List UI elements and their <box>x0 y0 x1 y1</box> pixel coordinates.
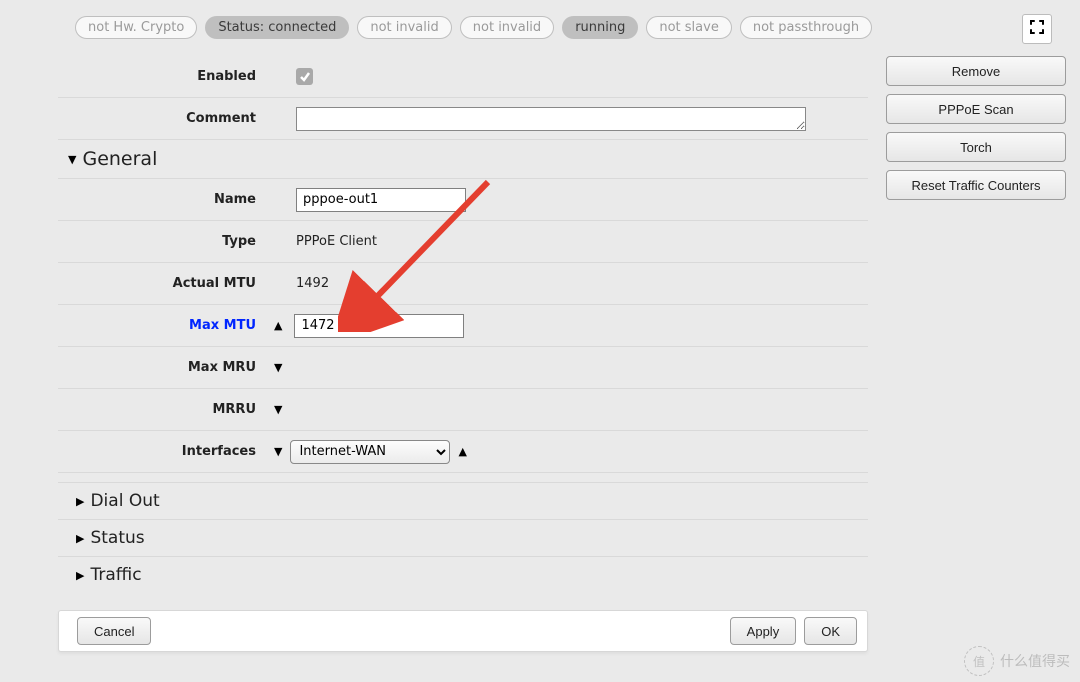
section-status-label: Status <box>90 528 144 548</box>
ok-button[interactable]: OK <box>804 617 857 645</box>
settings-panel: Enabled Comment General Name Type PPPoE … <box>58 56 868 593</box>
remove-button[interactable]: Remove <box>886 56 1066 86</box>
label-name: Name <box>58 192 268 207</box>
section-traffic-label: Traffic <box>90 565 141 585</box>
section-dial-out[interactable]: Dial Out <box>58 483 868 520</box>
label-comment: Comment <box>58 111 268 126</box>
row-type: Type PPPoE Client <box>58 221 868 263</box>
collapse-up-icon[interactable] <box>274 319 282 332</box>
expand-down-icon[interactable] <box>274 445 282 458</box>
watermark-text: 什么值得买 <box>1000 651 1070 671</box>
watermark-badge: 值 <box>964 646 994 676</box>
chevron-down-icon <box>68 153 76 166</box>
row-max-mtu: Max MTU <box>58 305 868 347</box>
row-comment: Comment <box>58 98 868 140</box>
label-enabled: Enabled <box>58 69 268 84</box>
apply-button[interactable]: Apply <box>730 617 797 645</box>
max-mtu-input[interactable] <box>294 314 464 338</box>
label-mrru: MRRU <box>58 402 268 417</box>
row-max-mru: Max MRU <box>58 347 868 389</box>
type-value: PPPoE Client <box>296 234 377 249</box>
pill-status-connected: Status: connected <box>205 16 349 39</box>
torch-button[interactable]: Torch <box>886 132 1066 162</box>
row-mrru: MRRU <box>58 389 868 431</box>
row-interfaces: Interfaces Internet-WAN <box>58 431 868 473</box>
expand-down-icon[interactable] <box>274 361 282 374</box>
pppoe-scan-button[interactable]: PPPoE Scan <box>886 94 1066 124</box>
fullscreen-button[interactable] <box>1022 14 1052 44</box>
section-status[interactable]: Status <box>58 520 868 557</box>
fullscreen-icon <box>1029 19 1045 39</box>
chevron-right-icon <box>76 495 84 508</box>
status-pill-bar: not Hw. Crypto Status: connected not inv… <box>75 16 872 39</box>
expand-down-icon[interactable] <box>274 403 282 416</box>
watermark: 值 什么值得买 <box>964 646 1070 676</box>
pill-not-invalid-2: not invalid <box>460 16 554 39</box>
cancel-button[interactable]: Cancel <box>77 617 151 645</box>
actual-mtu-value: 1492 <box>296 276 329 291</box>
name-input[interactable] <box>296 188 466 212</box>
section-dial-out-label: Dial Out <box>90 491 159 511</box>
section-traffic[interactable]: Traffic <box>58 557 868 593</box>
collapse-up-icon[interactable] <box>458 445 466 458</box>
row-name: Name <box>58 179 868 221</box>
label-max-mtu: Max MTU <box>58 318 268 333</box>
footer-bar: Cancel Apply OK <box>58 610 868 652</box>
reset-traffic-counters-button[interactable]: Reset Traffic Counters <box>886 170 1066 200</box>
row-enabled: Enabled <box>58 56 868 98</box>
interfaces-select[interactable]: Internet-WAN <box>290 440 450 464</box>
chevron-right-icon <box>76 532 84 545</box>
label-actual-mtu: Actual MTU <box>58 276 268 291</box>
pill-not-passthrough: not passthrough <box>740 16 872 39</box>
pill-not-invalid-1: not invalid <box>357 16 451 39</box>
row-actual-mtu: Actual MTU 1492 <box>58 263 868 305</box>
pill-running: running <box>562 16 638 39</box>
enabled-checkbox[interactable] <box>296 68 313 85</box>
side-action-panel: Remove PPPoE Scan Torch Reset Traffic Co… <box>886 56 1066 200</box>
pill-hw-crypto: not Hw. Crypto <box>75 16 197 39</box>
comment-input[interactable] <box>296 107 806 131</box>
pill-not-slave: not slave <box>646 16 731 39</box>
label-type: Type <box>58 234 268 249</box>
label-interfaces: Interfaces <box>58 444 268 459</box>
chevron-right-icon <box>76 569 84 582</box>
section-general[interactable]: General <box>58 140 868 179</box>
label-max-mru: Max MRU <box>58 360 268 375</box>
section-general-label: General <box>82 148 157 170</box>
